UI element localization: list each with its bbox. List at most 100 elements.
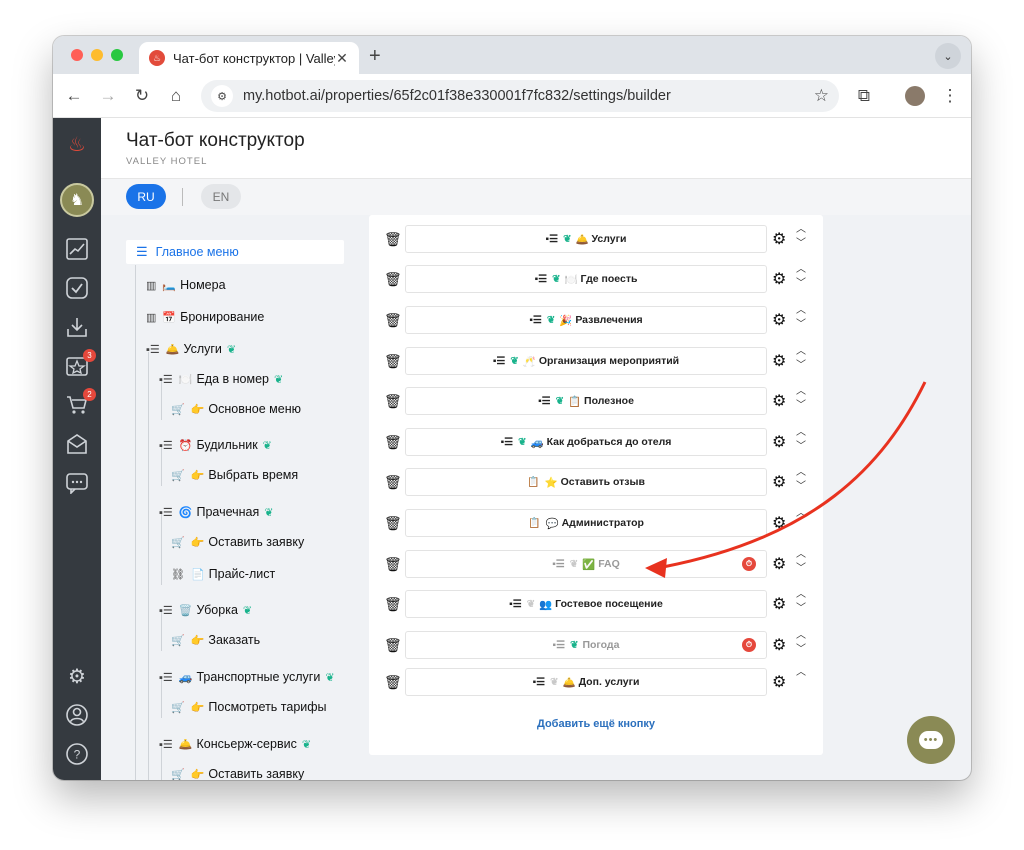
move-down-icon[interactable]: ﹀ <box>796 237 806 251</box>
move-up-icon[interactable]: ︿ <box>796 466 806 480</box>
tree-node[interactable]: 🛒 👉 Оставить заявку <box>171 763 304 780</box>
inbox-download-icon[interactable] <box>65 315 89 339</box>
gear-icon[interactable]: ⚙ <box>772 391 786 411</box>
move-down-icon[interactable]: ﹀ <box>796 359 806 373</box>
tab-search-button[interactable]: ⌄ <box>935 43 961 69</box>
trash-icon[interactable]: 🗑 <box>384 312 402 329</box>
close-window-button[interactable] <box>71 49 83 61</box>
move-down-icon[interactable]: ﹀ <box>796 643 806 657</box>
trash-icon[interactable]: 🗑 <box>384 637 402 654</box>
menu-button-box[interactable]: ▪☰ ❦ 🛎️ Доп. услуги <box>405 668 767 696</box>
move-up-icon[interactable]: ︿ <box>796 385 806 399</box>
home-icon[interactable]: ⌂ <box>165 85 187 107</box>
trash-icon[interactable]: 🗑 <box>384 271 402 288</box>
menu-button-box[interactable]: ▪☰ ❦ Погода ⏱ <box>405 631 767 659</box>
analytics-icon[interactable] <box>65 237 89 261</box>
gear-icon[interactable]: ⚙ <box>772 269 786 289</box>
tree-node[interactable]: ▪☰ 🌀 Прачечная ❦ <box>159 501 274 523</box>
browser-menu-icon[interactable]: ⋮ <box>939 85 961 107</box>
add-button-link[interactable]: Добавить ещё кнопку <box>369 718 823 730</box>
move-up-icon[interactable]: ︿ <box>796 426 806 440</box>
tree-node[interactable]: ▪☰ 🍽️ Еда в номер ❦ <box>159 368 283 390</box>
menu-button-box[interactable]: 📋 💬 Администратор <box>405 509 767 537</box>
support-chat-button[interactable]: ••• <box>907 716 955 764</box>
move-up-icon[interactable]: ︿ <box>796 666 806 680</box>
move-up-icon[interactable]: ︿ <box>796 345 806 359</box>
mail-broadcast-icon[interactable] <box>65 432 89 456</box>
tree-node[interactable]: ▪☰ 🛎️ Услуги ❦ <box>146 338 236 360</box>
back-icon[interactable]: ← <box>63 85 85 107</box>
move-up-icon[interactable]: ︿ <box>796 223 806 237</box>
menu-button-box[interactable]: ▪☰ ❦ 📋 Полезное <box>405 387 767 415</box>
menu-button-box[interactable]: ▪☰ ❦ 🚙 Как добраться до отеля <box>405 428 767 456</box>
address-bar[interactable]: ⚙ my.hotbot.ai/properties/65f2c01f38e330… <box>201 80 839 112</box>
trash-icon[interactable]: 🗑 <box>384 231 402 248</box>
tasks-check-icon[interactable] <box>65 276 89 300</box>
trash-icon[interactable]: 🗑 <box>384 393 402 410</box>
tree-node[interactable]: ▪☰ 🗑️ Уборка ❦ <box>159 599 252 621</box>
menu-button-box[interactable]: ▪☰ ❦ 🍽️ Где поесть <box>405 265 767 293</box>
trash-icon[interactable]: 🗑 <box>384 434 402 451</box>
tree-node[interactable]: 🛒 👉 Заказать <box>171 629 260 651</box>
move-down-icon[interactable]: ﹀ <box>796 277 806 291</box>
browser-profile-avatar[interactable] <box>905 86 925 106</box>
trash-icon[interactable]: 🗑 <box>384 515 402 532</box>
gear-icon[interactable]: ⚙ <box>772 554 786 574</box>
gear-icon[interactable]: ⚙ <box>772 635 786 655</box>
move-up-icon[interactable]: ︿ <box>796 588 806 602</box>
bookmark-star-icon[interactable]: ☆ <box>814 86 829 106</box>
reload-icon[interactable]: ↻ <box>131 85 153 107</box>
menu-button-box[interactable]: ▪☰ ❦ 🛎️ Услуги <box>405 225 767 253</box>
hotbot-logo-icon[interactable]: ♨ <box>65 132 89 156</box>
tree-node[interactable]: ▥ 📅 Бронирование <box>146 306 264 328</box>
trash-icon[interactable]: 🗑 <box>384 353 402 370</box>
trash-icon[interactable]: 🗑 <box>384 556 402 573</box>
extensions-icon[interactable]: ⧉ <box>853 85 875 107</box>
forward-icon[interactable]: → <box>97 85 119 107</box>
tree-main-menu[interactable]: ☰ Главное меню <box>126 240 344 264</box>
tree-node[interactable]: 🛒 👉 Оставить заявку <box>171 531 304 553</box>
trash-icon[interactable]: 🗑 <box>384 674 402 691</box>
tree-node[interactable]: ▪☰ 🚙 Транспортные услуги ❦ <box>159 666 335 688</box>
trash-icon[interactable]: 🗑 <box>384 474 402 491</box>
settings-gear-icon[interactable]: ⚙ <box>65 664 89 688</box>
property-avatar[interactable]: ♞ <box>60 183 94 217</box>
move-up-icon[interactable]: ︿ <box>796 304 806 318</box>
move-up-icon[interactable]: ︿ <box>796 629 806 643</box>
tree-node[interactable]: ▪☰ 🛎️ Консьерж-сервис ❦ <box>159 733 311 755</box>
move-down-icon[interactable]: ﹀ <box>796 480 806 494</box>
new-tab-button[interactable]: + <box>369 45 381 68</box>
tree-node[interactable]: ▥ 🛏️ Номера <box>146 274 226 296</box>
move-down-icon[interactable]: ﹀ <box>796 562 806 576</box>
browser-tab[interactable]: ♨ Чат-бот конструктор | Valley ✕ <box>139 42 359 74</box>
trash-icon[interactable]: 🗑 <box>384 596 402 613</box>
minimize-window-button[interactable] <box>91 49 103 61</box>
chat-dots-icon[interactable] <box>65 471 89 495</box>
move-up-icon[interactable]: ︿ <box>796 548 806 562</box>
lang-en-button[interactable]: EN <box>201 184 241 209</box>
tree-node[interactable]: 🛒 👉 Посмотреть тарифы <box>171 696 327 718</box>
move-up-icon[interactable]: ︿ <box>796 263 806 277</box>
menu-button-box[interactable]: ▪☰ ❦ 🎉 Развлечения <box>405 306 767 334</box>
menu-button-box[interactable]: ▪☰ ❦ ✅ FAQ ⏱ <box>405 550 767 578</box>
tree-node[interactable]: ▪☰ ⏰ Будильник ❦ <box>159 434 272 456</box>
help-icon[interactable]: ? <box>65 742 89 766</box>
gear-icon[interactable]: ⚙ <box>772 594 786 614</box>
gear-icon[interactable]: ⚙ <box>772 672 786 692</box>
move-up-icon[interactable]: ︿ <box>796 507 806 521</box>
menu-button-box[interactable]: ▪☰ ❦ 👥 Гостевое посещение <box>405 590 767 618</box>
maximize-window-button[interactable] <box>111 49 123 61</box>
tree-node[interactable]: 🛒 👉 Выбрать время <box>171 464 298 486</box>
tree-node[interactable]: 🛒 👉 Основное меню <box>171 398 301 420</box>
lang-ru-button[interactable]: RU <box>126 184 166 209</box>
close-tab-icon[interactable]: ✕ <box>335 50 349 67</box>
gear-icon[interactable]: ⚙ <box>772 351 786 371</box>
gear-icon[interactable]: ⚙ <box>772 472 786 492</box>
account-icon[interactable] <box>65 703 89 727</box>
gear-icon[interactable]: ⚙ <box>772 310 786 330</box>
site-info-icon[interactable]: ⚙ <box>211 85 233 107</box>
gear-icon[interactable]: ⚙ <box>772 432 786 452</box>
gear-icon[interactable]: ⚙ <box>772 229 786 249</box>
move-down-icon[interactable]: ﹀ <box>796 399 806 413</box>
menu-button-box[interactable]: ▪☰ ❦ 🥂 Организация мероприятий <box>405 347 767 375</box>
